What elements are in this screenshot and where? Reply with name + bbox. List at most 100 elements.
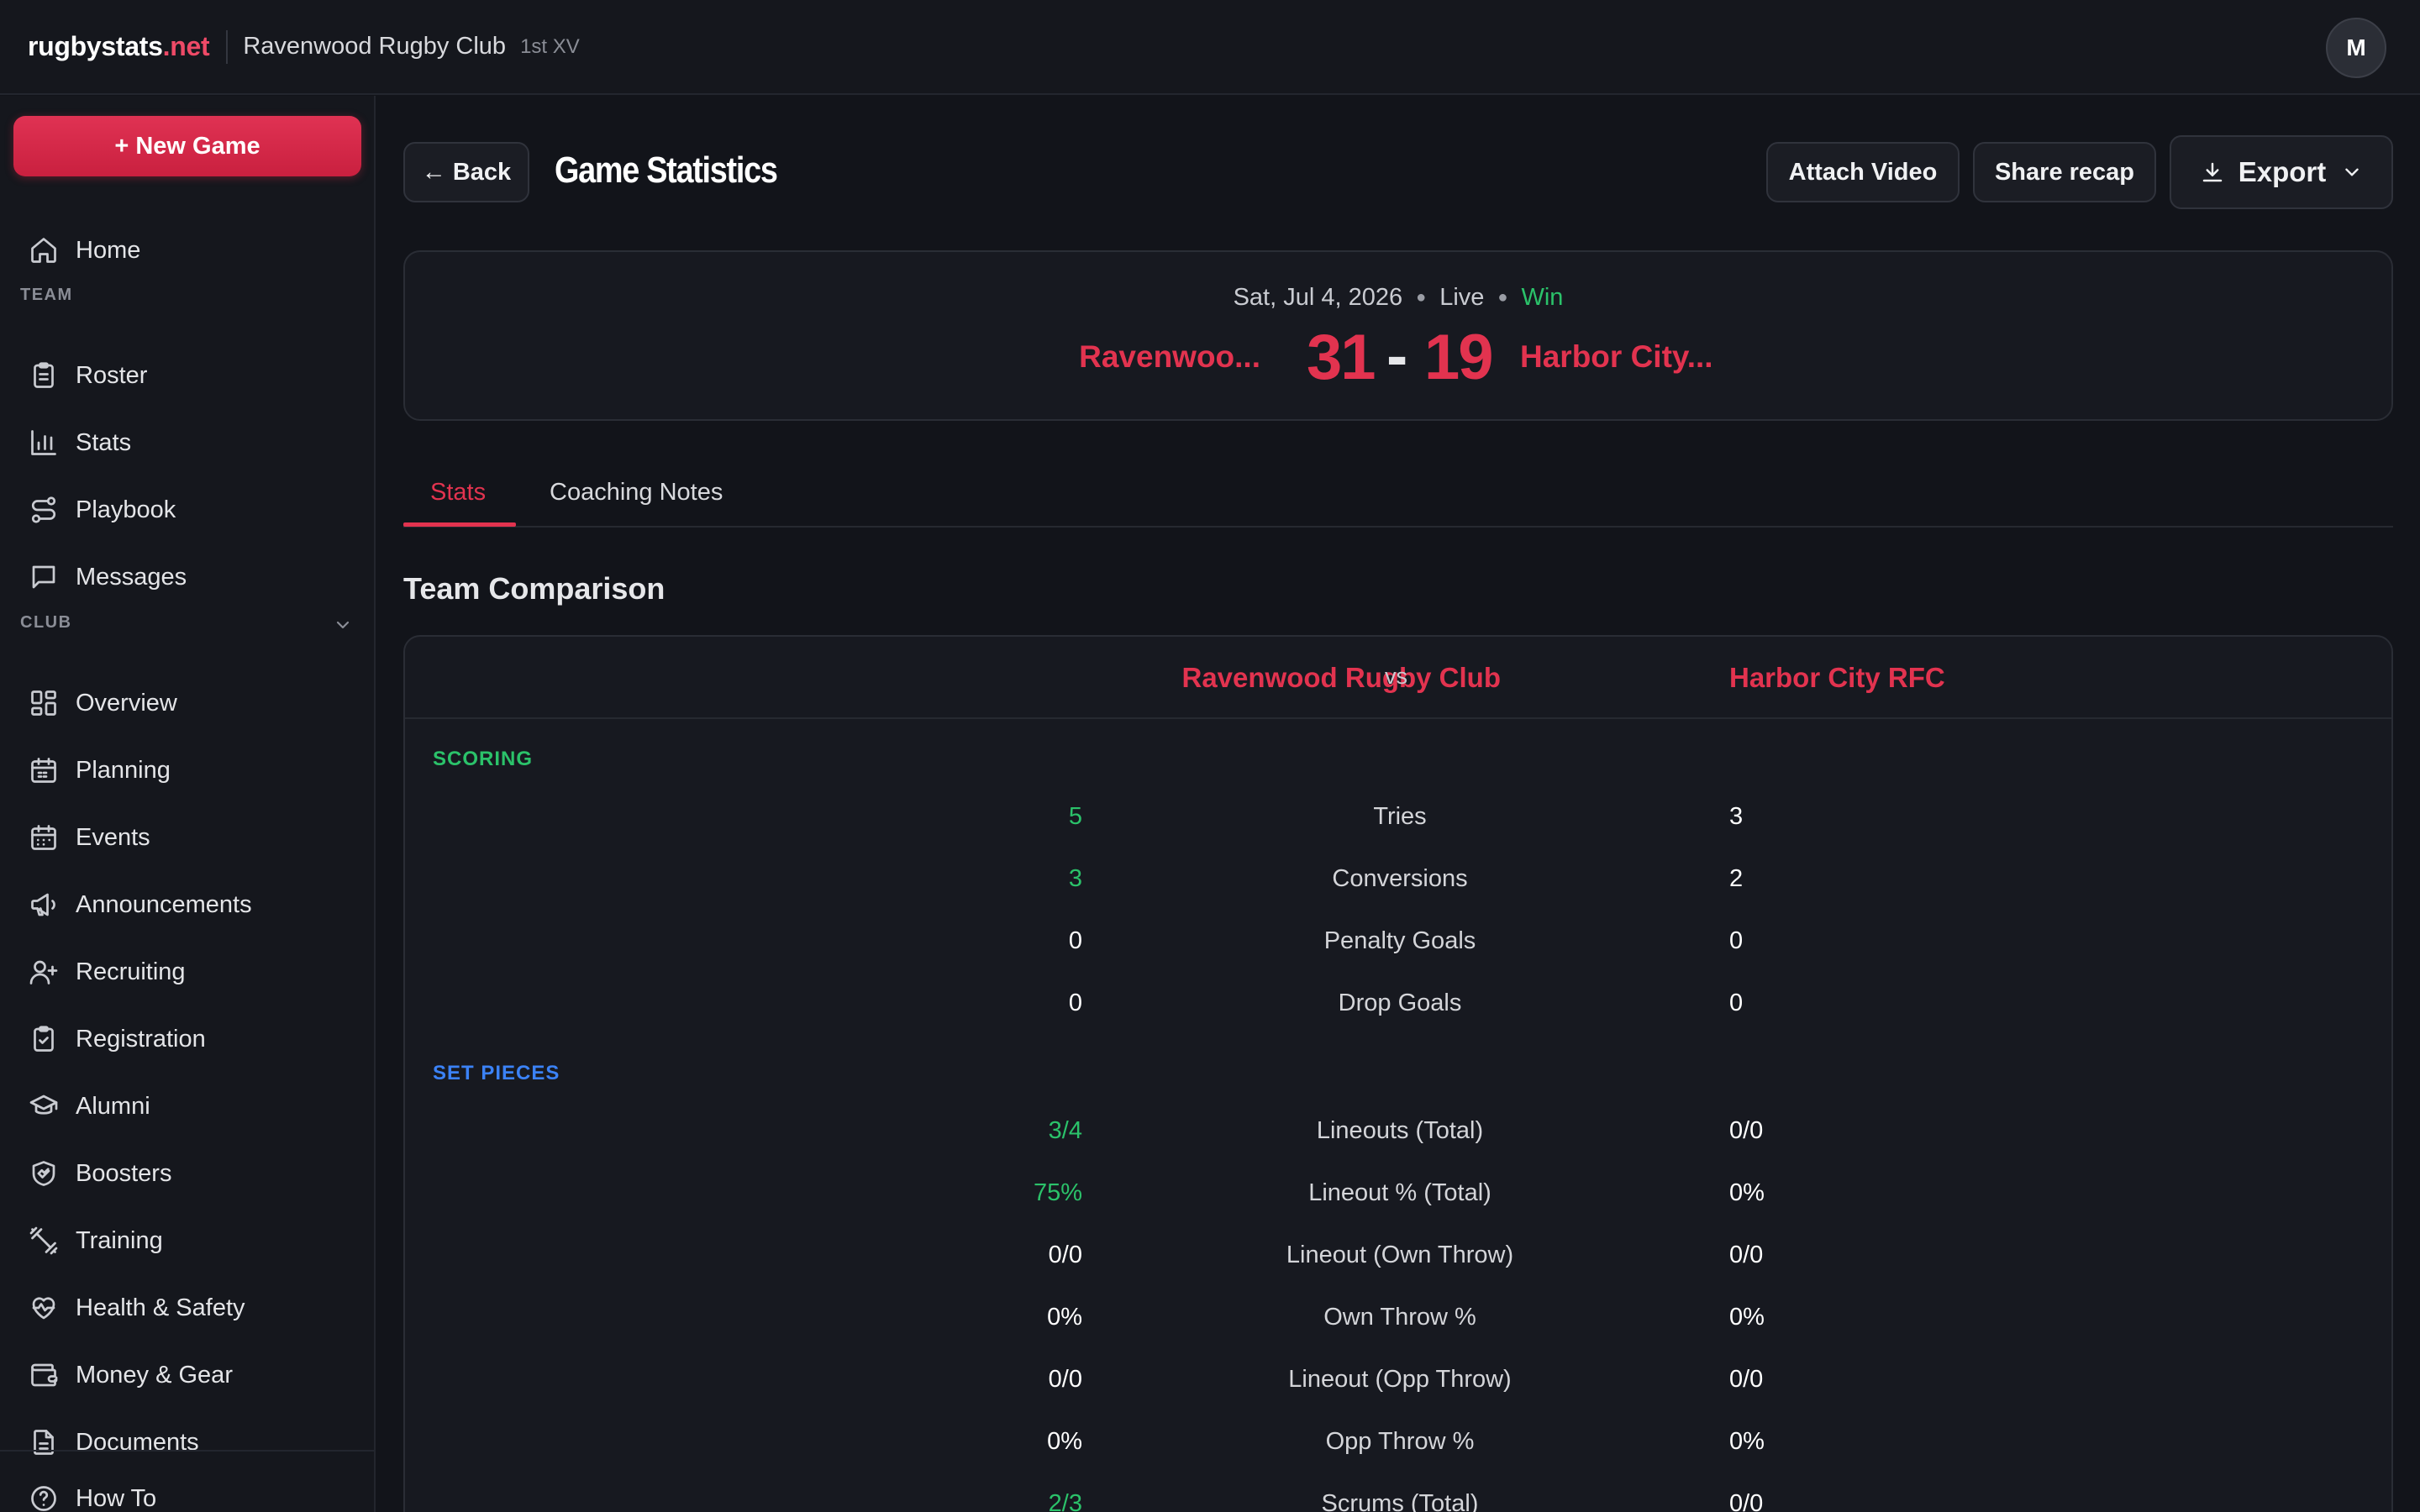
- tab-bar: Stats Coaching Notes: [403, 454, 2393, 528]
- home-value: 0%: [1047, 1304, 1082, 1331]
- page-title: Game Statistics: [555, 150, 778, 191]
- sidebar-item-recruiting[interactable]: Recruiting: [13, 945, 361, 999]
- score-card: Sat, Jul 4, 2026 ● Live ● Win Ravenwoo..…: [403, 250, 2393, 421]
- home-value: 2/3: [1048, 1490, 1082, 1512]
- active-tab-indicator: [403, 522, 516, 527]
- grid-icon: [31, 690, 56, 716]
- club-name[interactable]: Ravenwood Rugby Club: [243, 33, 506, 60]
- metric-label: Conversions: [1332, 865, 1468, 892]
- sidebar-item-announcements[interactable]: Announcements: [13, 878, 361, 932]
- sidebar-item-label: Events: [76, 823, 150, 851]
- calendar-check-icon: [31, 758, 56, 783]
- tab-stats[interactable]: Stats: [430, 479, 486, 507]
- metric-label: Opp Throw %: [1325, 1428, 1475, 1455]
- sidebar-item-overview[interactable]: Overview: [13, 676, 361, 730]
- sidebar-item-alumni[interactable]: Alumni: [13, 1079, 361, 1133]
- separator-dot: ●: [1497, 288, 1508, 307]
- sidebar-item-boosters[interactable]: Boosters: [13, 1147, 361, 1200]
- home-team-name: Ravenwoo...: [1079, 339, 1260, 374]
- new-game-button[interactable]: + New Game: [13, 116, 361, 176]
- game-date: Sat, Jul 4, 2026: [1233, 284, 1403, 311]
- metric-label: Lineouts (Total): [1316, 1117, 1484, 1144]
- share-recap-button[interactable]: Share recap: [1973, 142, 2156, 202]
- home-value: 0%: [1047, 1428, 1082, 1455]
- brand-logo[interactable]: rugbystats.net: [28, 31, 210, 62]
- sidebar-item-label: Stats: [76, 428, 132, 456]
- comparison-header: Ravenwood Rugby Club vs Harbor City RFC: [405, 637, 2391, 719]
- metric-label: Penalty Goals: [1323, 927, 1476, 954]
- handshake-icon: [32, 1161, 55, 1186]
- sidebar-item-roster[interactable]: Roster: [13, 349, 361, 402]
- user-avatar[interactable]: M: [2326, 18, 2386, 78]
- metric-label: Lineout % (Total): [1308, 1179, 1491, 1206]
- sidebar-item-how-to[interactable]: How To: [13, 1472, 361, 1512]
- brand-name: rugbystats: [28, 31, 163, 61]
- sidebar-item-money-gear[interactable]: Money & Gear: [13, 1348, 361, 1402]
- sidebar-item-playbook[interactable]: Playbook: [13, 483, 361, 537]
- sidebar-item-label: Planning: [76, 756, 171, 784]
- game-result: Win: [1521, 284, 1564, 311]
- game-status: Live: [1439, 284, 1485, 311]
- away-value: 0: [1729, 990, 1744, 1016]
- sidebar-item-events[interactable]: Events: [13, 811, 361, 864]
- sidebar-item-training[interactable]: Training: [13, 1214, 361, 1268]
- separator-dot: ●: [1416, 288, 1427, 307]
- away-value: 0%: [1729, 1428, 1765, 1455]
- sidebar-item-label: Boosters: [76, 1159, 172, 1187]
- team-comparison-title: Team Comparison: [403, 571, 666, 606]
- sidebar-item-label: Announcements: [76, 890, 252, 918]
- sidebar-divider: [0, 1450, 374, 1452]
- export-button[interactable]: Export: [2170, 135, 2393, 209]
- message-icon: [32, 565, 55, 589]
- brand-tld: .net: [162, 31, 210, 61]
- sidebar-item-documents[interactable]: Documents: [13, 1415, 361, 1469]
- export-label: Export: [2238, 156, 2327, 187]
- graduation-cap-icon: [29, 1095, 58, 1115]
- chevron-down-icon[interactable]: [333, 615, 353, 635]
- clipboard-icon: [34, 362, 54, 388]
- sidebar-item-label: Alumni: [76, 1092, 150, 1120]
- away-value: 0/0: [1729, 1366, 1764, 1393]
- stat-row: 2/3 Scrums (Total) 0/0: [405, 1478, 2391, 1512]
- sidebar-item-label: Overview: [76, 689, 177, 717]
- sidebar-item-label: Roster: [76, 361, 148, 389]
- away-value: 0%: [1729, 1179, 1765, 1206]
- home-team-header: Ravenwood Rugby Club: [1181, 662, 1502, 693]
- clipboard-check-icon: [34, 1026, 54, 1052]
- away-value: 2: [1729, 865, 1744, 892]
- route-icon: [31, 496, 56, 523]
- sidebar-item-label: Documents: [76, 1428, 199, 1456]
- sidebar-item-stats[interactable]: Stats: [13, 416, 361, 470]
- sidebar-item-planning[interactable]: Planning: [13, 743, 361, 797]
- home-value: 5: [1068, 803, 1082, 830]
- tab-coaching-notes[interactable]: Coaching Notes: [550, 479, 723, 507]
- sidebar-item-label: Playbook: [76, 496, 176, 523]
- sidebar-item-health-safety[interactable]: Health & Safety: [13, 1281, 361, 1335]
- attach-video-button[interactable]: Attach Video: [1766, 142, 1960, 202]
- back-button[interactable]: ← Back: [403, 142, 529, 202]
- stat-row: 5 Tries 3: [405, 791, 2391, 842]
- sidebar-item-label: Money & Gear: [76, 1361, 233, 1389]
- download-icon: [2202, 162, 2222, 182]
- away-value: 0/0: [1729, 1242, 1764, 1268]
- wallet-icon: [31, 1363, 58, 1387]
- sidebar-item-messages[interactable]: Messages: [13, 550, 361, 604]
- sidebar-item-label: How To: [76, 1484, 157, 1512]
- stat-row: 0 Penalty Goals 0: [405, 916, 2391, 966]
- user-plus-icon: [29, 960, 58, 984]
- home-value: 3/4: [1048, 1117, 1082, 1144]
- document-icon: [34, 1430, 54, 1455]
- sidebar-item-home[interactable]: Home: [13, 223, 361, 277]
- home-value: 75%: [1033, 1179, 1082, 1206]
- chevron-down-icon: [2345, 168, 2359, 176]
- home-value: 0: [1068, 990, 1082, 1016]
- metric-label: Lineout (Opp Throw): [1288, 1366, 1512, 1393]
- metric-label: Drop Goals: [1338, 990, 1462, 1016]
- stat-row: 0/0 Lineout (Opp Throw) 0/0: [405, 1354, 2391, 1404]
- score-separator: -: [1386, 320, 1407, 391]
- home-value: 3: [1068, 865, 1082, 892]
- away-value: 0%: [1729, 1304, 1765, 1331]
- away-value: 0: [1729, 927, 1744, 954]
- sidebar-item-registration[interactable]: Registration: [13, 1012, 361, 1066]
- stat-row: 3/4 Lineouts (Total) 0/0: [405, 1105, 2391, 1156]
